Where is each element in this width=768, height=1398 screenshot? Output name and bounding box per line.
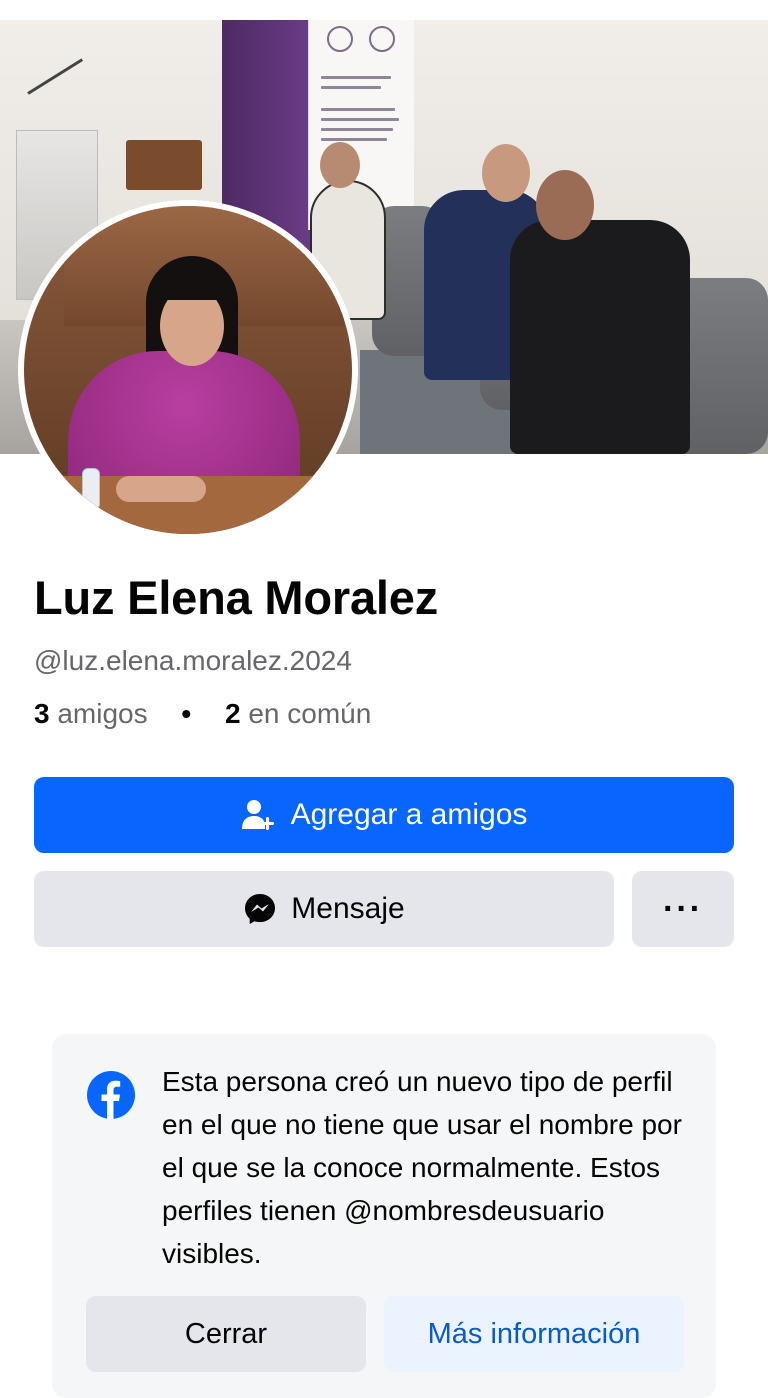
friends-summary[interactable]: 3 amigos • 2 en común [34, 698, 371, 730]
person-head [320, 142, 360, 188]
banner-line [321, 138, 387, 141]
person-head [482, 144, 530, 202]
desk [126, 140, 202, 190]
seal-icon [327, 26, 353, 52]
notice-text: Esta persona creó un nuevo tipo de perfi… [162, 1066, 682, 1269]
profile-avatar[interactable] [18, 200, 358, 540]
add-person-icon [241, 798, 275, 832]
avatar-hands [116, 476, 206, 502]
add-friend-button[interactable]: Agregar a amigos [34, 777, 734, 853]
more-info-button[interactable]: Más información [384, 1296, 684, 1372]
person-seated [510, 220, 690, 454]
seal-icon [369, 26, 395, 52]
banner-line [321, 76, 391, 79]
more-info-label: Más información [427, 1317, 641, 1350]
banner-line [321, 128, 393, 131]
profile-notice-card: Esta persona creó un nuevo tipo de perfi… [52, 1034, 716, 1398]
banner-line [321, 118, 399, 121]
avatar-bangs [156, 266, 228, 300]
banner-line [321, 86, 381, 89]
add-friend-label: Agregar a amigos [290, 798, 528, 831]
friends-label: amigos [57, 698, 148, 729]
mutual-count: 2 [225, 698, 241, 729]
separator-dot: • [181, 698, 192, 729]
avatar-photo [24, 206, 352, 534]
profile-name: Luz Elena Moralez [34, 571, 439, 624]
friends-count: 3 [34, 698, 50, 729]
avatar-bottle [82, 468, 100, 508]
close-button[interactable]: Cerrar [86, 1296, 366, 1372]
more-icon: ··· [663, 889, 703, 928]
messenger-icon [243, 892, 277, 926]
message-button[interactable]: Mensaje [34, 871, 614, 947]
close-label: Cerrar [184, 1317, 268, 1350]
mutual-label: en común [248, 698, 372, 729]
person-head [536, 170, 594, 240]
facebook-logo-icon [86, 1070, 136, 1120]
message-label: Mensaje [291, 892, 405, 925]
banner-line [321, 108, 395, 111]
profile-username: @luz.elena.moralez.2024 [34, 645, 352, 676]
more-options-button[interactable]: ··· [632, 871, 734, 947]
